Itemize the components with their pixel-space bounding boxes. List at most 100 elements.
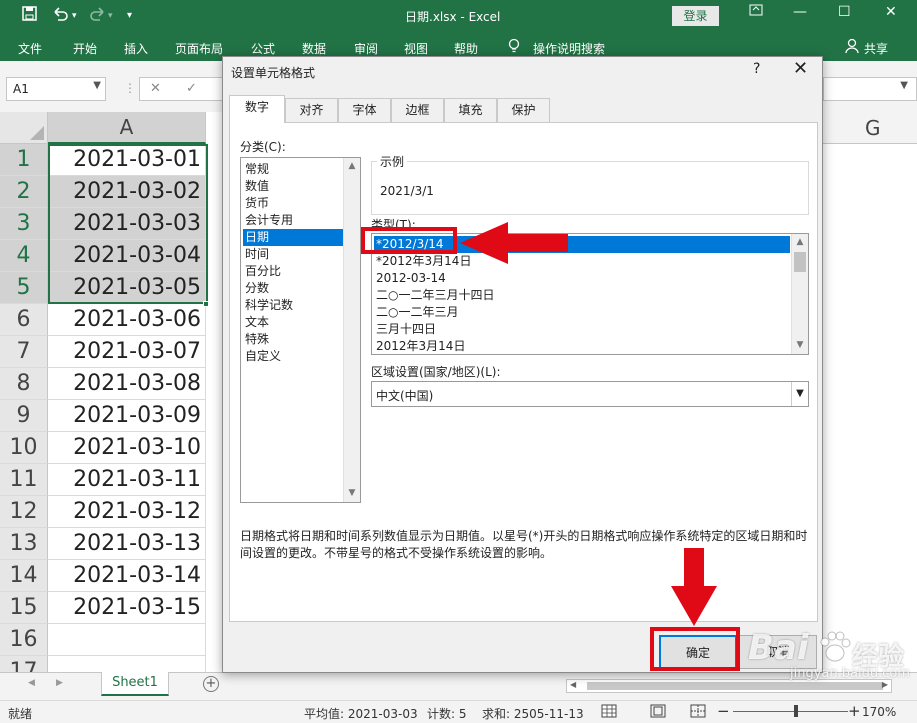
cell-a[interactable]: 2021-03-07 [48, 336, 206, 368]
tab-page-layout[interactable]: 页面布局 [175, 40, 223, 57]
tab-help[interactable]: 帮助 [454, 40, 478, 57]
type-scrollbar[interactable]: ▲ ▼ [791, 234, 808, 354]
category-item[interactable]: 会计专用 [243, 212, 344, 229]
row-header[interactable]: 13 [0, 528, 48, 560]
scroll-down-icon[interactable]: ▼ [792, 337, 808, 354]
zoom-level[interactable]: 170% [862, 705, 896, 719]
dialog-close-button[interactable]: ✕ [793, 58, 808, 79]
cell-a[interactable] [48, 624, 206, 656]
row-header[interactable]: 6 [0, 304, 48, 336]
cell-a[interactable]: 2021-03-12 [48, 496, 206, 528]
restore-button[interactable]: ☐ [838, 4, 851, 20]
cell-a[interactable]: 2021-03-05 [48, 272, 206, 304]
minimize-button[interactable]: — [793, 4, 807, 20]
scroll-right-icon[interactable]: ▶ [56, 678, 63, 688]
tab-home[interactable]: 开始 [73, 40, 97, 57]
chevron-down-icon[interactable]: ▼ [791, 382, 808, 406]
save-icon[interactable] [22, 6, 37, 25]
login-button[interactable]: 登录 [672, 6, 719, 26]
zoom-in-button[interactable]: + [848, 702, 861, 720]
scroll-up-icon[interactable]: ▲ [792, 234, 808, 251]
type-item[interactable]: *2012/3/14 [374, 236, 790, 253]
type-item[interactable]: 2012-03-14 [374, 270, 790, 287]
cell-a[interactable]: 2021-03-06 [48, 304, 206, 336]
tab-review[interactable]: 审阅 [354, 40, 378, 57]
category-scrollbar[interactable]: ▲ ▼ [343, 158, 360, 502]
zoom-slider-thumb[interactable] [794, 705, 798, 717]
type-item[interactable]: 二○一二年三月十四日 [374, 287, 790, 304]
category-item[interactable]: 时间 [243, 246, 344, 263]
chevron-down-icon[interactable]: ▼ [93, 80, 101, 91]
add-sheet-button[interactable]: + [203, 676, 219, 692]
scroll-left-icon[interactable]: ◀ [570, 680, 576, 689]
row-header[interactable]: 1 [0, 144, 48, 176]
row-header[interactable]: 14 [0, 560, 48, 592]
category-item[interactable]: 货币 [243, 195, 344, 212]
cell-a[interactable]: 2021-03-01 [48, 144, 206, 176]
category-item[interactable]: 百分比 [243, 263, 344, 280]
row-header[interactable]: 11 [0, 464, 48, 496]
tell-me-search[interactable]: 操作说明搜索 [533, 40, 605, 57]
category-item[interactable]: 分数 [243, 280, 344, 297]
close-window-button[interactable]: ✕ [885, 4, 897, 20]
category-item[interactable]: 日期 [243, 229, 344, 246]
tab-formulas[interactable]: 公式 [251, 40, 275, 57]
select-all-button[interactable] [0, 112, 48, 144]
name-box[interactable]: A1 ▼ [6, 77, 106, 101]
undo-dropdown-icon[interactable]: ▾ [72, 11, 77, 21]
tab-insert[interactable]: 插入 [124, 40, 148, 57]
tab-protection[interactable]: 保护 [497, 98, 550, 122]
category-item[interactable]: 数值 [243, 178, 344, 195]
row-header[interactable]: 7 [0, 336, 48, 368]
cell-a[interactable]: 2021-03-02 [48, 176, 206, 208]
formula-input[interactable]: ▼ [823, 77, 917, 101]
tab-border[interactable]: 边框 [391, 98, 444, 122]
row-header[interactable]: 2 [0, 176, 48, 208]
cell-a[interactable]: 2021-03-03 [48, 208, 206, 240]
resize-dots-icon[interactable]: ⋮ [124, 81, 136, 95]
tab-alignment[interactable]: 对齐 [285, 98, 338, 122]
help-button[interactable]: ? [753, 61, 760, 77]
type-item[interactable]: 二○一二年三月 [374, 304, 790, 321]
type-item[interactable]: 三月十四日 [374, 321, 790, 338]
row-header[interactable]: 9 [0, 400, 48, 432]
tab-data[interactable]: 数据 [302, 40, 326, 57]
row-header[interactable]: 12 [0, 496, 48, 528]
row-header[interactable]: 4 [0, 240, 48, 272]
cell-a[interactable]: 2021-03-15 [48, 592, 206, 624]
scroll-left-icon[interactable]: ◀ [28, 678, 35, 688]
zoom-slider-track[interactable] [733, 711, 848, 712]
category-item[interactable]: 常规 [243, 161, 344, 178]
locale-select[interactable]: 中文(中国) ▼ [371, 381, 809, 407]
scrollbar-thumb[interactable] [587, 682, 883, 690]
customize-toolbar-icon[interactable]: ▾ [127, 10, 132, 21]
chevron-down-icon[interactable]: ▼ [900, 80, 908, 91]
column-header-g[interactable]: G [823, 112, 917, 144]
type-item[interactable]: *2012年3月14日 [374, 253, 790, 270]
category-item[interactable]: 文本 [243, 314, 344, 331]
row-header[interactable]: 15 [0, 592, 48, 624]
confirm-entry-icon[interactable]: ✓ [186, 81, 197, 96]
scrollbar-thumb[interactable] [794, 252, 806, 272]
ok-button[interactable]: 确定 [659, 635, 737, 669]
ribbon-display-icon[interactable] [748, 2, 764, 22]
category-item[interactable]: 自定义 [243, 348, 344, 365]
scroll-down-icon[interactable]: ▼ [344, 485, 360, 502]
row-header[interactable]: 16 [0, 624, 48, 656]
tab-fill[interactable]: 填充 [444, 98, 497, 122]
page-layout-view-icon[interactable] [650, 704, 666, 721]
tab-font[interactable]: 字体 [338, 98, 391, 122]
scroll-up-icon[interactable]: ▲ [344, 158, 360, 175]
tab-view[interactable]: 视图 [404, 40, 428, 57]
cell-a[interactable]: 2021-03-04 [48, 240, 206, 272]
share-button[interactable]: 共享 [864, 40, 888, 57]
category-list[interactable]: 常规 数值 货币 会计专用 日期 时间 百分比 分数 科学记数 文本 特殊 自定义 ▲ ▼ [240, 157, 361, 503]
cell-a[interactable]: 2021-03-14 [48, 560, 206, 592]
row-header[interactable]: 5 [0, 272, 48, 304]
scroll-right-icon[interactable]: ▶ [882, 680, 888, 689]
sheet-tab-sheet1[interactable]: Sheet1 [101, 672, 169, 696]
cell-a[interactable]: 2021-03-13 [48, 528, 206, 560]
row-header[interactable]: 10 [0, 432, 48, 464]
cell-a[interactable]: 2021-03-10 [48, 432, 206, 464]
cell-a[interactable]: 2021-03-08 [48, 368, 206, 400]
